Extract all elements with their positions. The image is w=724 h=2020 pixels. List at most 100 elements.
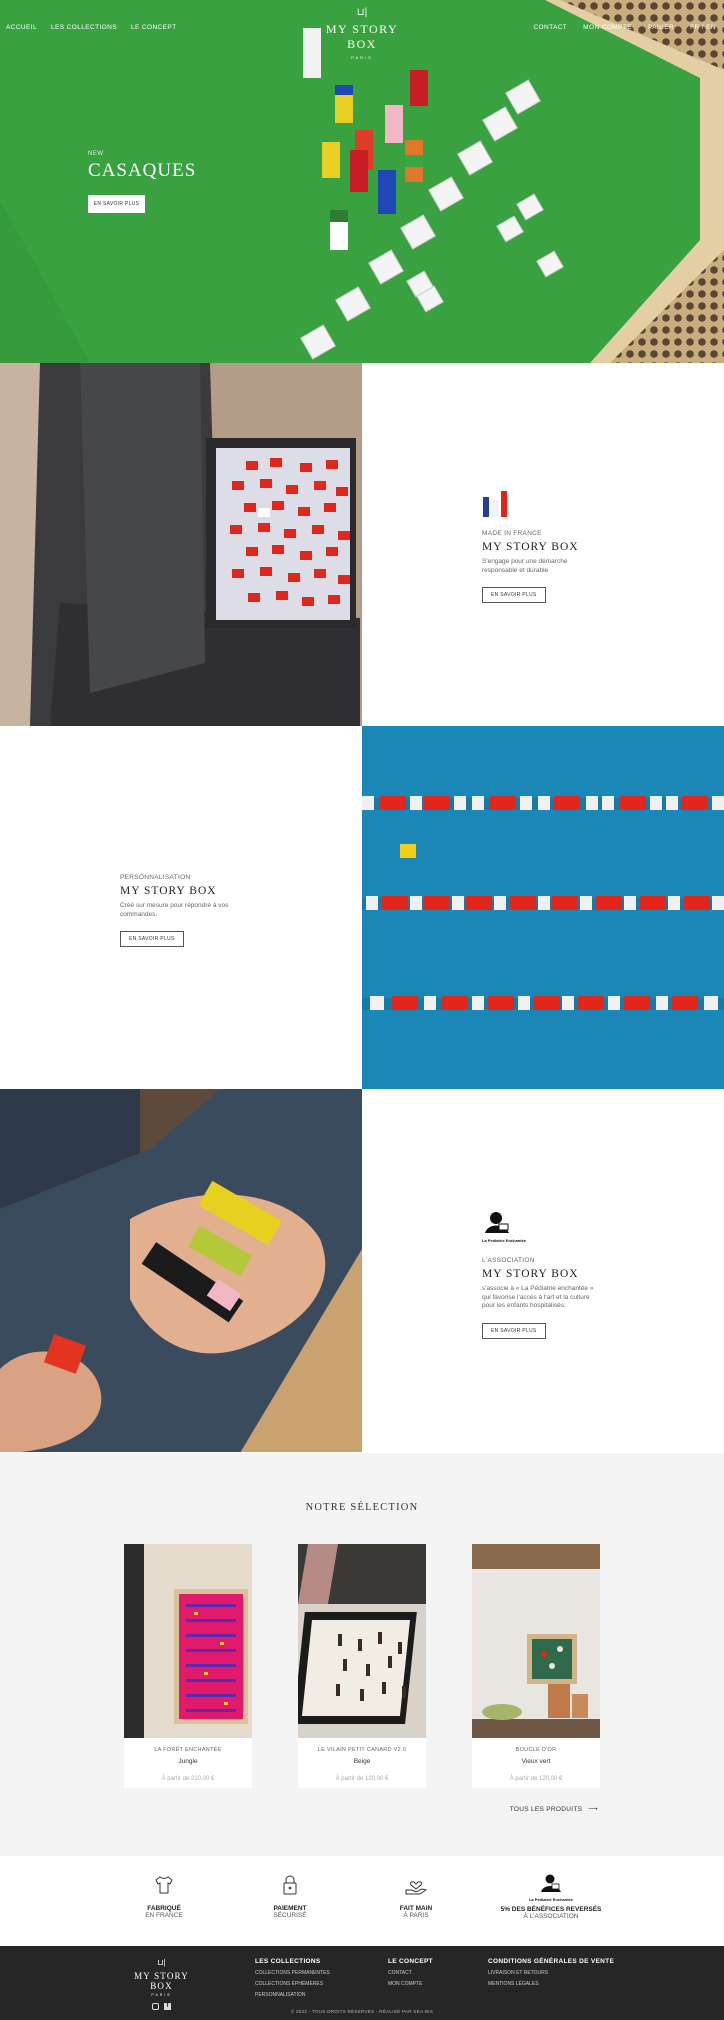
- main-nav: ACCUEIL LES COLLECTIONS LE CONCEPT: [6, 24, 177, 31]
- reassurance-title: PAIEMENT: [273, 1905, 307, 1912]
- reassurance-bar: FABRIQUÉ EN FRANCE PAIEMENT SÉCURISÉ FAI…: [0, 1856, 724, 1946]
- logo-name: MY STORY BOX: [325, 22, 399, 51]
- product-name: Beige: [353, 1758, 371, 1765]
- block-row-3: [362, 996, 724, 1010]
- association-logo-text: La Pédiatrie Enchantée: [482, 1238, 527, 1243]
- reassurance-sub: EN FRANCE: [145, 1912, 183, 1919]
- hero-title: CASAQUES: [88, 160, 197, 181]
- nav-collections[interactable]: LES COLLECTIONS: [51, 24, 117, 31]
- secondary-nav: CONTACT MON COMPTE PANIER FR / EN: [533, 24, 716, 31]
- section-desc: Créé sur mesure pour répondre à vos comm…: [120, 902, 229, 918]
- footer-link[interactable]: PERSONNALISATION: [255, 1992, 330, 1998]
- reassurance-item: La Pédiatrie Enchantée 5% DES BÉNÉFICES …: [491, 1874, 611, 1920]
- all-products-link[interactable]: TOUS LES PRODUITS ⟶: [510, 1805, 598, 1813]
- section-kicker: L'ASSOCIATION: [482, 1257, 535, 1264]
- footer-heading[interactable]: LES COLLECTIONS: [255, 1958, 330, 1965]
- reassurance-title: FABRIQUÉ: [147, 1905, 181, 1912]
- product-collection: BOUCLE D'OR: [515, 1747, 557, 1753]
- product-price: À partir de 210,00 €: [161, 1776, 215, 1782]
- section-title: MY STORY BOX: [482, 541, 579, 553]
- product-image: [298, 1544, 426, 1738]
- all-products-label: TOUS LES PRODUITS: [509, 1806, 583, 1813]
- hands-image: [0, 1089, 362, 1452]
- section-desc: S'engage pour une démarche responsable e…: [482, 558, 568, 574]
- logo-mark-icon: ⊔|: [157, 1958, 166, 1967]
- footer-link[interactable]: MON COMPTE: [388, 1981, 433, 1987]
- french-flag-blocks-icon: [483, 491, 507, 518]
- product-card[interactable]: BOUCLE D'OR Vieux vert À partir de 120,0…: [472, 1544, 600, 1788]
- personnalisation-copy: PERSONNALISATION MY STORY BOX Créé sur m…: [120, 874, 230, 947]
- hero-cta-button[interactable]: EN SAVOIR PLUS: [88, 195, 145, 213]
- association-copy: La Pédiatrie Enchantée L'ASSOCIATION MY …: [482, 1211, 602, 1339]
- footer-col-cgv: CONDITIONS GÉNÉRALES DE VENTE LIVRAISON …: [488, 1958, 614, 1987]
- nav-contact[interactable]: CONTACT: [533, 24, 567, 31]
- made-in-france-button[interactable]: EN SAVOIR PLUS: [482, 587, 546, 603]
- selection-title: NOTRE SÉLECTION: [305, 1502, 419, 1513]
- product-price: À partir de 120,00 €: [509, 1776, 563, 1782]
- made-in-france-copy: MADE IN FRANCE MY STORY BOX S'engage pou…: [482, 489, 592, 603]
- nav-account[interactable]: MON COMPTE: [583, 24, 632, 31]
- copyright: © 2022 - TOUS DROITS RÉSERVÉS - RÉALISÉ …: [290, 2009, 434, 2014]
- nav-cart[interactable]: PANIER: [648, 24, 674, 31]
- made-in-france-panel: MADE IN FRANCE MY STORY BOX S'engage pou…: [362, 363, 724, 726]
- product-card[interactable]: LE VILAIN PETIT CANARD V2.0 Beige À part…: [298, 1544, 426, 1788]
- reassurance-sub: SÉCURISÉ: [273, 1912, 307, 1919]
- nav-concept[interactable]: LE CONCEPT: [131, 24, 177, 31]
- personnalisation-panel: PERSONNALISATION MY STORY BOX Créé sur m…: [0, 726, 362, 1089]
- footer-link[interactable]: COLLECTIONS PERMANENTES: [255, 1970, 330, 1976]
- footer-link[interactable]: COLLECTIONS ÉPHÉMÈRES: [255, 1981, 330, 1987]
- product-name: Jungle: [178, 1758, 198, 1765]
- logo-mark-icon: ⊔|: [356, 7, 368, 18]
- product-price: À partir de 120,00 €: [335, 1776, 389, 1782]
- footer-col-concept: LE CONCEPT CONTACT MON COMPTE: [388, 1958, 433, 1987]
- footer-col-collections: LES COLLECTIONS COLLECTIONS PERMANENTES …: [255, 1958, 330, 1998]
- footer-link[interactable]: LIVRAISON ET RETOURS: [488, 1970, 614, 1976]
- product-card[interactable]: LA FORÊT ENCHANTÉE Jungle À partir de 21…: [124, 1544, 252, 1788]
- block-row-2: [362, 896, 724, 910]
- footer-logo[interactable]: ⊔| MY STORY BOX PARIS f: [124, 1958, 199, 2010]
- footer-heading[interactable]: CONDITIONS GÉNÉRALES DE VENTE: [488, 1958, 614, 1965]
- association-logo-icon: [541, 1874, 561, 1892]
- personnalisation-button[interactable]: EN SAVOIR PLUS: [120, 931, 184, 947]
- footer-link[interactable]: CONTACT: [388, 1970, 433, 1976]
- hero-banner: ACCUEIL LES COLLECTIONS LE CONCEPT ⊔| MY…: [0, 0, 724, 363]
- lock-icon: [283, 1875, 297, 1895]
- pediatrie-enchantee-logo: La Pédiatrie Enchantée: [482, 1211, 532, 1243]
- language-switch[interactable]: FR / EN: [690, 24, 716, 31]
- reassurance-item: FAIT MAIN À PARIS: [356, 1874, 476, 1919]
- reassurance-item: FABRIQUÉ EN FRANCE: [104, 1874, 224, 1919]
- section-title: MY STORY BOX: [120, 885, 217, 897]
- nav-accueil[interactable]: ACCUEIL: [6, 24, 37, 31]
- section-title: MY STORY BOX: [482, 1268, 579, 1280]
- chair-image: [0, 363, 362, 726]
- association-button[interactable]: EN SAVOIR PLUS: [482, 1322, 546, 1339]
- reassurance-title: 5% DES BÉNÉFICES REVERSÉS: [500, 1906, 602, 1913]
- selection-section: NOTRE SÉLECTION LA FORÊT ENCHANTÉE Jungl…: [0, 1453, 724, 1856]
- association-logo-icon: [485, 1212, 509, 1233]
- reassurance-item: PAIEMENT SÉCURISÉ: [230, 1874, 350, 1919]
- section-desc: s'associe à « La Pédiatrie enchantée » q…: [482, 1285, 594, 1309]
- product-name: Vieux vert: [521, 1758, 551, 1765]
- logo-sub: PARIS: [351, 55, 373, 60]
- footer-logo-sub: PARIS: [151, 1993, 172, 1997]
- product-image: [472, 1544, 600, 1738]
- product-collection: LA FORÊT ENCHANTÉE: [154, 1747, 222, 1753]
- block-row-1: [362, 796, 724, 810]
- reassurance-title: FAIT MAIN: [399, 1905, 433, 1912]
- hand-heart-icon: [405, 1881, 428, 1895]
- footer-link[interactable]: MENTIONS LÉGALES: [488, 1981, 614, 1987]
- association-logo-text: La Pédiatrie Enchantée: [528, 1897, 573, 1902]
- reassurance-sub: À PARIS: [403, 1912, 429, 1919]
- footer-logo-name: MY STORY BOX: [134, 1971, 189, 1991]
- product-collection: LE VILAIN PETIT CANARD V2.0: [317, 1747, 407, 1753]
- product-image: [124, 1544, 252, 1738]
- arrow-right-icon: ⟶: [588, 1806, 598, 1813]
- association-panel: La Pédiatrie Enchantée L'ASSOCIATION MY …: [362, 1089, 724, 1452]
- section-kicker: PERSONNALISATION: [120, 874, 191, 881]
- reassurance-sub: À L'ASSOCIATION: [523, 1913, 579, 1920]
- section-kicker: MADE IN FRANCE: [482, 530, 542, 537]
- site-logo[interactable]: ⊔| MY STORY BOX PARIS: [312, 7, 412, 61]
- blue-blocks-image: [362, 726, 724, 1089]
- tshirt-icon: [155, 1876, 173, 1894]
- footer-heading[interactable]: LE CONCEPT: [388, 1958, 433, 1965]
